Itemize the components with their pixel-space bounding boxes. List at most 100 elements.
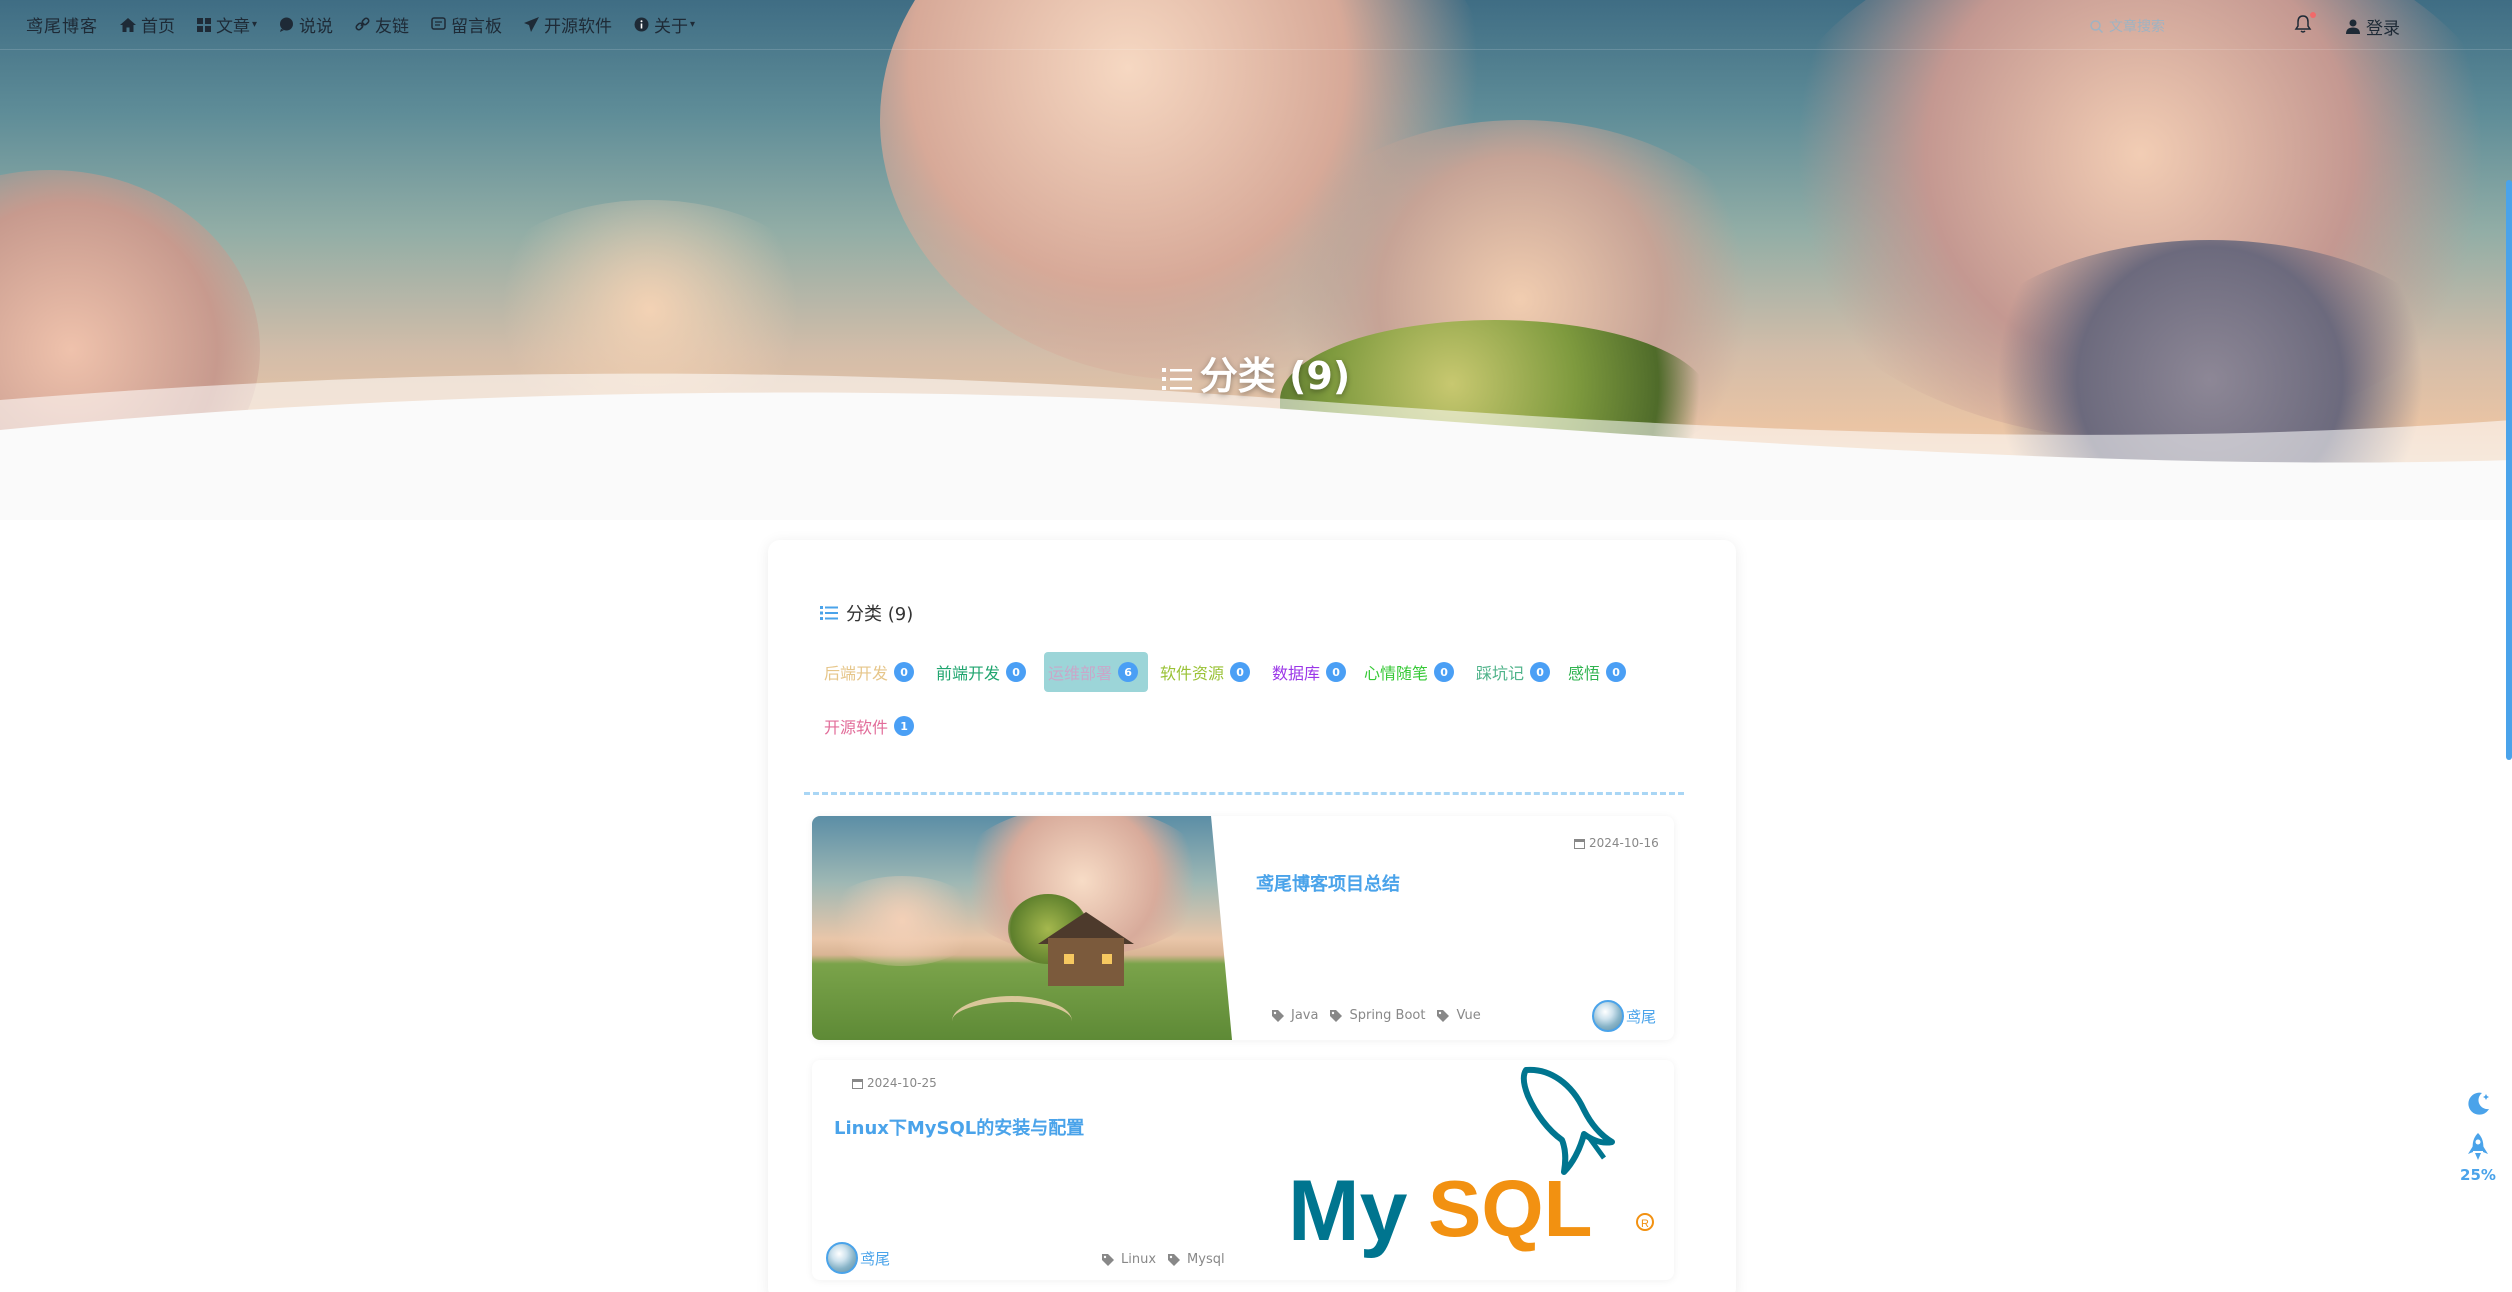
tag-label: Linux <box>1121 1252 1157 1267</box>
brand-logo[interactable]: 鸢尾博客 <box>26 12 98 37</box>
category-count-badge: 1 <box>894 716 915 736</box>
post-tags: Java Spring Boot Vue <box>1272 1008 1493 1023</box>
nav-item-label: 开源软件 <box>544 17 613 37</box>
category-count-badge: 0 <box>1326 662 1347 682</box>
nav-item-guestbook[interactable]: 留言板 <box>431 12 502 37</box>
search-input[interactable]: 文章搜索 <box>2090 16 2165 36</box>
chevron-down-icon: ▾ <box>252 19 258 30</box>
category-label: 数据库 <box>1272 664 1321 683</box>
tag-label: Mysql <box>1187 1252 1225 1267</box>
category-label: 感悟 <box>1568 664 1601 683</box>
tag-item[interactable]: Linux <box>1102 1252 1156 1267</box>
send-icon <box>524 17 540 32</box>
tag-icon <box>1437 1009 1450 1022</box>
list-icon <box>1161 367 1192 390</box>
calendar-icon <box>1574 838 1585 849</box>
info-icon <box>634 17 649 32</box>
tag-label: Vue <box>1456 1008 1481 1023</box>
category-item[interactable]: 心情随笔 0 <box>1360 652 1460 692</box>
category-label: 心情随笔 <box>1364 664 1429 683</box>
tag-icon <box>1330 1009 1343 1022</box>
category-item[interactable]: 数据库 0 <box>1268 652 1352 692</box>
tag-label: Spring Boot <box>1349 1008 1426 1023</box>
nav-item-articles[interactable]: 文章 ▾ <box>197 12 257 37</box>
post-title[interactable]: Linux下MySQL的安装与配置 <box>834 1114 1084 1140</box>
page-heading-text: 分类 (9) <box>1199 354 1351 398</box>
post-title[interactable]: 鸢尾博客项目总结 <box>1256 870 1400 896</box>
category-item-active[interactable]: 运维部署 6 <box>1044 652 1148 692</box>
category-count-badge: 0 <box>1606 662 1627 682</box>
mysql-logo-image[interactable]: My SQL R <box>1288 1060 1668 1270</box>
nav-item-label: 友链 <box>375 17 410 37</box>
category-count-badge: 0 <box>894 662 915 682</box>
avatar <box>1592 1000 1624 1032</box>
tag-item[interactable]: Vue <box>1437 1008 1481 1023</box>
category-card: 分类 (9) 后端开发 0 前端开发 0 运维部署 6 软件资源 0 数据库 0 心情随笔… <box>768 540 1736 1292</box>
category-item[interactable]: 开源软件 1 <box>820 706 920 746</box>
post-date: 2024-10-25 <box>852 1076 937 1090</box>
category-count-badge: 0 <box>1230 662 1251 682</box>
category-item[interactable]: 感悟 0 <box>1564 652 1632 692</box>
search-placeholder: 文章搜索 <box>2109 19 2165 35</box>
post-date: 2024-10-16 <box>1574 836 1659 850</box>
grid-icon <box>197 17 211 32</box>
page-scrollbar[interactable] <box>2506 180 2512 760</box>
scroll-percent: 25% <box>2460 1166 2496 1184</box>
tag-item[interactable]: Mysql <box>1168 1252 1225 1267</box>
avatar <box>826 1242 858 1274</box>
nav-menu: 首页 文章 ▾ 说说 友链 留言板 开源软件 关于 ▾ <box>120 12 717 37</box>
tag-icon <box>1102 1253 1114 1266</box>
category-item[interactable]: 软件资源 0 <box>1156 652 1256 692</box>
nav-item-label: 留言板 <box>451 17 503 37</box>
notification-dot <box>2310 12 2316 18</box>
floating-tools: 25% <box>2458 1090 2498 1184</box>
page-heading: 分类 (9) <box>0 345 2512 400</box>
post-date-text: 2024-10-16 <box>1589 836 1659 850</box>
nav-item-label: 说说 <box>299 17 334 37</box>
svg-text:R: R <box>1641 1218 1649 1230</box>
category-item[interactable]: 前端开发 0 <box>932 652 1032 692</box>
author-name: 鸢尾 <box>860 1249 891 1268</box>
category-label: 前端开发 <box>936 664 1001 683</box>
nav-item-label: 首页 <box>141 17 175 37</box>
login-button[interactable]: 登录 <box>2346 14 2400 39</box>
nav-item-links[interactable]: 友链 <box>355 12 409 37</box>
category-label: 软件资源 <box>1160 664 1225 683</box>
post-card[interactable]: 2024-10-16 鸢尾博客项目总结 Java Spring Boot Vue… <box>812 816 1674 1040</box>
category-item[interactable]: 踩坑记 0 <box>1472 652 1556 692</box>
post-date-text: 2024-10-25 <box>867 1076 937 1090</box>
nav-item-talks[interactable]: 说说 <box>279 12 333 37</box>
category-count-badge: 0 <box>1006 662 1027 682</box>
mysql-logo-text-my: My <box>1288 1163 1408 1259</box>
post-tags: Linux Mysql <box>1102 1252 1237 1267</box>
message-board-icon <box>431 17 446 30</box>
bell-icon[interactable] <box>2294 14 2312 34</box>
category-item[interactable]: 后端开发 0 <box>820 652 920 692</box>
nav-item-open-source[interactable]: 开源软件 <box>524 12 612 37</box>
dashed-divider <box>804 792 1684 795</box>
mysql-logo-text-sql: SQL <box>1428 1164 1592 1253</box>
post-author[interactable]: 鸢尾 <box>1592 1000 1656 1032</box>
moon-icon[interactable] <box>2464 1090 2492 1118</box>
category-card-title-text: 分类 (9) <box>846 604 914 625</box>
link-icon <box>355 17 370 31</box>
tag-item[interactable]: Java <box>1272 1008 1318 1023</box>
nav-item-label: 文章 <box>216 17 250 37</box>
category-count-badge: 6 <box>1118 662 1139 682</box>
category-label: 踩坑记 <box>1476 664 1525 683</box>
rocket-icon[interactable] <box>2466 1132 2490 1162</box>
search-icon <box>2090 19 2103 33</box>
chevron-down-icon: ▾ <box>690 19 696 30</box>
nav-item-about[interactable]: 关于 ▾ <box>634 12 695 37</box>
category-label: 后端开发 <box>824 664 889 683</box>
post-thumbnail[interactable] <box>812 816 1232 1040</box>
nav-item-home[interactable]: 首页 <box>120 12 175 37</box>
tag-label: Java <box>1291 1008 1319 1023</box>
post-card[interactable]: 2024-10-25 Linux下MySQL的安装与配置 Linux Mysql… <box>812 1060 1674 1280</box>
post-author[interactable]: 鸢尾 <box>826 1242 890 1274</box>
tag-icon <box>1168 1253 1181 1266</box>
user-icon <box>2346 19 2360 34</box>
tag-item[interactable]: Spring Boot <box>1330 1008 1425 1023</box>
category-label: 运维部署 <box>1048 664 1113 683</box>
home-icon <box>120 17 136 32</box>
